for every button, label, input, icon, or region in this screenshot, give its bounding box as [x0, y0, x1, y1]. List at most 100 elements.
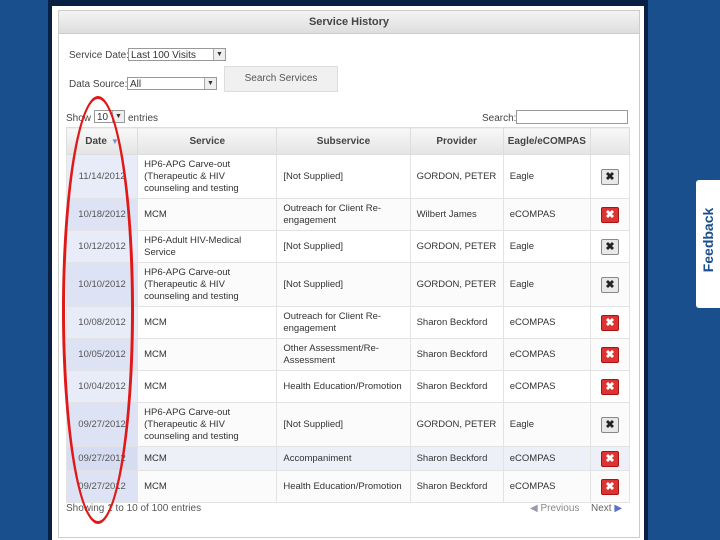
column-subservice[interactable]: Subservice: [276, 127, 411, 155]
data-source-label: Data Source:: [69, 79, 128, 90]
action-cell: ✖: [589, 338, 631, 371]
subservice-cell: Other Assessment/Re-Assessment: [276, 338, 411, 371]
chevron-left-icon: ◀: [530, 503, 541, 514]
table-header-row: Date ▼ Service Subservice Provider Eagle/…: [65, 127, 631, 155]
provider-cell: Sharon Beckford: [409, 306, 504, 339]
search-input[interactable]: [516, 110, 628, 124]
delete-icon[interactable]: ✖: [600, 450, 619, 467]
action-cell: ✖: [589, 370, 631, 403]
action-cell: ✖: [589, 446, 631, 471]
column-provider[interactable]: Provider: [409, 127, 504, 155]
source-cell: eCOMPAS: [502, 198, 591, 231]
provider-cell: Sharon Beckford: [409, 370, 504, 403]
service-cell: MCM: [137, 338, 278, 371]
left-frame: [0, 0, 48, 540]
search-label: Search:: [482, 113, 517, 124]
table-row[interactable]: 10/18/2012 MCM Outreach for Client Re-enga…: [65, 198, 631, 231]
provider-cell: GORDON, PETER: [409, 402, 504, 447]
service-date-select[interactable]: Last 100 Visits ▼: [128, 48, 226, 61]
subservice-cell: [Not Supplied]: [276, 402, 411, 447]
service-cell: HP6-APG Carve-out (Therapeutic & HIV cou…: [137, 262, 278, 307]
delete-icon[interactable]: ✖: [600, 416, 619, 433]
source-cell: Eagle: [502, 262, 591, 307]
table-row[interactable]: 10/12/2012 HP6-Adult HIV-Medical Service[…: [65, 230, 631, 263]
table-row[interactable]: 09/27/2012 HP6-APG Carve-out (Therapeutic…: [65, 402, 631, 447]
search-services-button[interactable]: Search Services: [224, 66, 338, 92]
service-cell: HP6-APG Carve-out (Therapeutic & HIV cou…: [137, 402, 278, 447]
source-cell: eCOMPAS: [502, 470, 591, 503]
date-cell: 11/14/2012: [65, 154, 139, 199]
column-date[interactable]: Date ▼: [65, 127, 139, 155]
service-table: Date ▼ Service Subservice Provider Eagle/…: [65, 127, 631, 503]
delete-icon[interactable]: ✖: [600, 378, 619, 395]
table-row[interactable]: 11/14/2012 HP6-APG Carve-out (Therapeutic…: [65, 154, 631, 199]
source-cell: eCOMPAS: [502, 338, 591, 371]
panel-title: Service History: [59, 11, 639, 34]
action-cell: ✖: [589, 306, 631, 339]
date-cell: 09/27/2012: [65, 470, 139, 503]
subservice-cell: Outreach for Client Re-engagement: [276, 198, 411, 231]
date-cell: 10/10/2012: [65, 262, 139, 307]
delete-icon[interactable]: ✖: [600, 206, 619, 223]
source-cell: eCOMPAS: [502, 446, 591, 471]
service-cell: HP6-APG Carve-out (Therapeutic & HIV cou…: [137, 154, 278, 199]
subservice-cell: Health Education/Promotion: [276, 370, 411, 403]
delete-icon[interactable]: ✖: [600, 346, 619, 363]
sort-desc-icon: ▼: [110, 136, 119, 146]
chevron-down-icon: ▼: [204, 78, 216, 89]
table-row[interactable]: 10/05/2012 MCM Other Assessment/Re-Assessm…: [65, 338, 631, 371]
service-cell: MCM: [137, 306, 278, 339]
column-source[interactable]: Eagle/eCOMPAS: [502, 127, 591, 155]
service-cell: MCM: [137, 470, 278, 503]
chevron-right-icon: ▶: [611, 503, 623, 514]
date-cell: 10/08/2012: [65, 306, 139, 339]
date-cell: 09/27/2012: [65, 446, 139, 471]
delete-icon[interactable]: ✖: [600, 276, 619, 293]
delete-icon[interactable]: ✖: [600, 314, 619, 331]
date-cell: 10/12/2012: [65, 230, 139, 263]
entries-value: 10: [97, 112, 109, 123]
action-cell: ✖: [589, 198, 631, 231]
previous-link[interactable]: ◀ Previous: [530, 503, 579, 514]
table-row[interactable]: 10/04/2012 MCM Health Education/Promotion S…: [65, 370, 631, 403]
date-cell: 10/04/2012: [65, 370, 139, 403]
table-row[interactable]: 10/08/2012 MCM Outreach for Client Re-enga…: [65, 306, 631, 339]
source-cell: Eagle: [502, 154, 591, 199]
service-date-value: Last 100 Visits: [131, 50, 196, 61]
action-cell: ✖: [589, 230, 631, 263]
table-row[interactable]: 10/10/2012 HP6-APG Carve-out (Therapeutic…: [65, 262, 631, 307]
service-cell: MCM: [137, 198, 278, 231]
subservice-cell: Accompaniment: [276, 446, 411, 471]
service-cell: MCM: [137, 370, 278, 403]
action-cell: ✖: [589, 470, 631, 503]
date-cell: 10/05/2012: [65, 338, 139, 371]
data-source-select[interactable]: All ▼: [127, 77, 217, 90]
table-body: 11/14/2012 HP6-APG Carve-out (Therapeutic…: [65, 154, 631, 503]
service-cell: HP6-Adult HIV-Medical Service: [137, 230, 278, 263]
provider-cell: Sharon Beckford: [409, 338, 504, 371]
column-actions: [589, 127, 631, 155]
delete-icon[interactable]: ✖: [600, 478, 619, 495]
data-source-value: All: [130, 79, 142, 90]
subservice-cell: [Not Supplied]: [276, 154, 411, 199]
date-cell: 10/18/2012: [65, 198, 139, 231]
source-cell: eCOMPAS: [502, 370, 591, 403]
entries-select[interactable]: 10 ▼: [94, 110, 125, 123]
provider-cell: GORDON, PETER: [409, 154, 504, 199]
next-link[interactable]: Next ▶: [591, 503, 622, 514]
subservice-cell: Outreach for Client Re-engagement: [276, 306, 411, 339]
feedback-label: Feedback: [700, 207, 716, 273]
subservice-cell: [Not Supplied]: [276, 262, 411, 307]
show-label: Show: [66, 113, 92, 124]
delete-icon[interactable]: ✖: [600, 238, 619, 255]
chevron-down-icon: ▼: [213, 49, 225, 60]
entries-label: entries: [128, 113, 159, 124]
table-row[interactable]: 09/27/2012 MCM Accompaniment Sharon Beckfor…: [65, 446, 631, 471]
provider-cell: GORDON, PETER: [409, 230, 504, 263]
feedback-tab[interactable]: Feedback: [696, 180, 720, 308]
action-cell: ✖: [589, 154, 631, 199]
service-date-label: Service Date:: [69, 50, 130, 61]
table-row[interactable]: 09/27/2012 MCM Health Education/Promotion S…: [65, 470, 631, 503]
column-service[interactable]: Service: [137, 127, 278, 155]
delete-icon[interactable]: ✖: [600, 168, 619, 185]
